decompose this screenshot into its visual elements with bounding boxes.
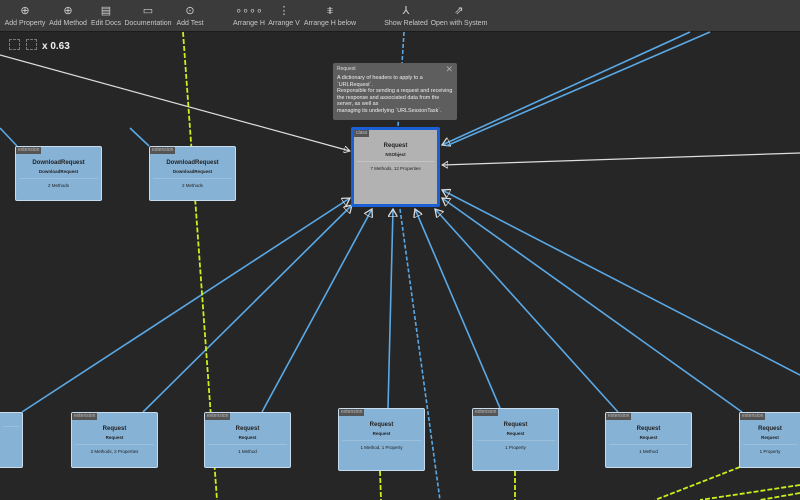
node-subtitle: Request (238, 435, 257, 440)
extension-node[interactable]: extension Request Request 1 Method (605, 412, 692, 468)
actual-size-icon[interactable] (26, 39, 37, 50)
edge (0, 54, 350, 151)
fit-icon[interactable] (9, 39, 20, 50)
node-subtitle: DownloadRequest (38, 169, 79, 174)
extension-node[interactable]: extension DownloadRequest DownloadRequest 2… (15, 146, 102, 201)
node-tag: class (354, 130, 370, 137)
divider (19, 178, 98, 179)
edge (442, 198, 743, 413)
class-node-request[interactable]: class Request NSObject 7 Methods, 12 Pro… (351, 127, 440, 207)
node-subtitle: NSObject (385, 152, 406, 157)
node-counts: 1 Method (639, 449, 658, 454)
node-counts: 1 Method, 1 Property (360, 445, 403, 450)
extension-node[interactable] (0, 412, 23, 468)
node-title: Request (758, 426, 782, 432)
node-tag: extension (150, 147, 176, 154)
divider (342, 440, 421, 441)
node-subtitle: Request (506, 431, 525, 436)
node-counts: 2 Methods, 2 Properties (90, 449, 139, 454)
edge (435, 209, 619, 413)
edge (442, 152, 800, 165)
divider (743, 444, 797, 445)
node-title: Request (369, 422, 394, 428)
tooltip-body: A dictionary of headers to apply to a `U… (337, 75, 453, 114)
node-title: Request (102, 426, 127, 432)
node-counts: 2 Methods (181, 183, 203, 188)
divider (3, 426, 19, 427)
node-counts: 7 Methods, 12 Properties (370, 166, 421, 171)
divider (357, 161, 434, 162)
divider (153, 178, 232, 179)
node-counts: 1 Property (759, 449, 781, 454)
node-title: Request (235, 426, 260, 432)
extension-node[interactable]: extension DownloadRequest DownloadRequest 2… (149, 146, 236, 201)
edge (442, 190, 800, 376)
divider (208, 444, 287, 445)
dependency-edge (759, 492, 800, 500)
node-subtitle: DownloadRequest (172, 169, 213, 174)
node-tag: extension (606, 413, 632, 420)
extension-node[interactable]: extension Request Request 2 Methods, 2 Prop… (71, 412, 158, 468)
edge (387, 209, 393, 409)
extension-node[interactable]: extension Request Request 1 Method (204, 412, 291, 468)
close-icon[interactable]: ✕ (445, 64, 453, 75)
node-subtitle: Request (761, 435, 779, 440)
edge (129, 127, 150, 147)
node-title: Request (503, 422, 528, 428)
node-counts: 1 Property (505, 445, 526, 450)
node-tag: extension (16, 147, 42, 154)
node-title: DownloadRequest (32, 160, 85, 166)
tooltip-title: Request (337, 66, 356, 72)
extension-node[interactable]: extension Request Request 1 Method, 1 Prope… (338, 408, 425, 471)
node-counts: 2 Methods (47, 183, 69, 188)
edge (21, 198, 350, 413)
node-title: Request (636, 426, 661, 432)
extension-node[interactable]: extension Request Request 1 Property (472, 408, 559, 471)
divider (609, 444, 688, 445)
edge (445, 31, 711, 147)
node-tag: extension (473, 409, 499, 416)
node-title: DownloadRequest (166, 160, 219, 166)
divider (75, 444, 154, 445)
node-tag: extension (72, 413, 98, 420)
extension-node[interactable]: extension Request Request 1 Property (739, 412, 800, 468)
node-tag: extension (740, 413, 766, 420)
node-tag: extension (339, 409, 365, 416)
edge (142, 205, 352, 413)
edge (415, 209, 501, 409)
dependency-edge (699, 484, 800, 500)
node-title: Request (383, 143, 408, 149)
node-tag: extension (205, 413, 231, 420)
node-subtitle: Request (105, 435, 124, 440)
tooltip: Request ✕ A dictionary of headers to app… (333, 63, 457, 120)
dependency-edge (379, 470, 382, 500)
divider (476, 440, 555, 441)
node-counts: 1 Method (238, 449, 257, 454)
zoom-level: x 0.63 (42, 41, 70, 52)
edge (0, 127, 18, 147)
node-subtitle: Request (639, 435, 658, 440)
node-subtitle: Request (372, 431, 391, 436)
edge (442, 31, 691, 145)
